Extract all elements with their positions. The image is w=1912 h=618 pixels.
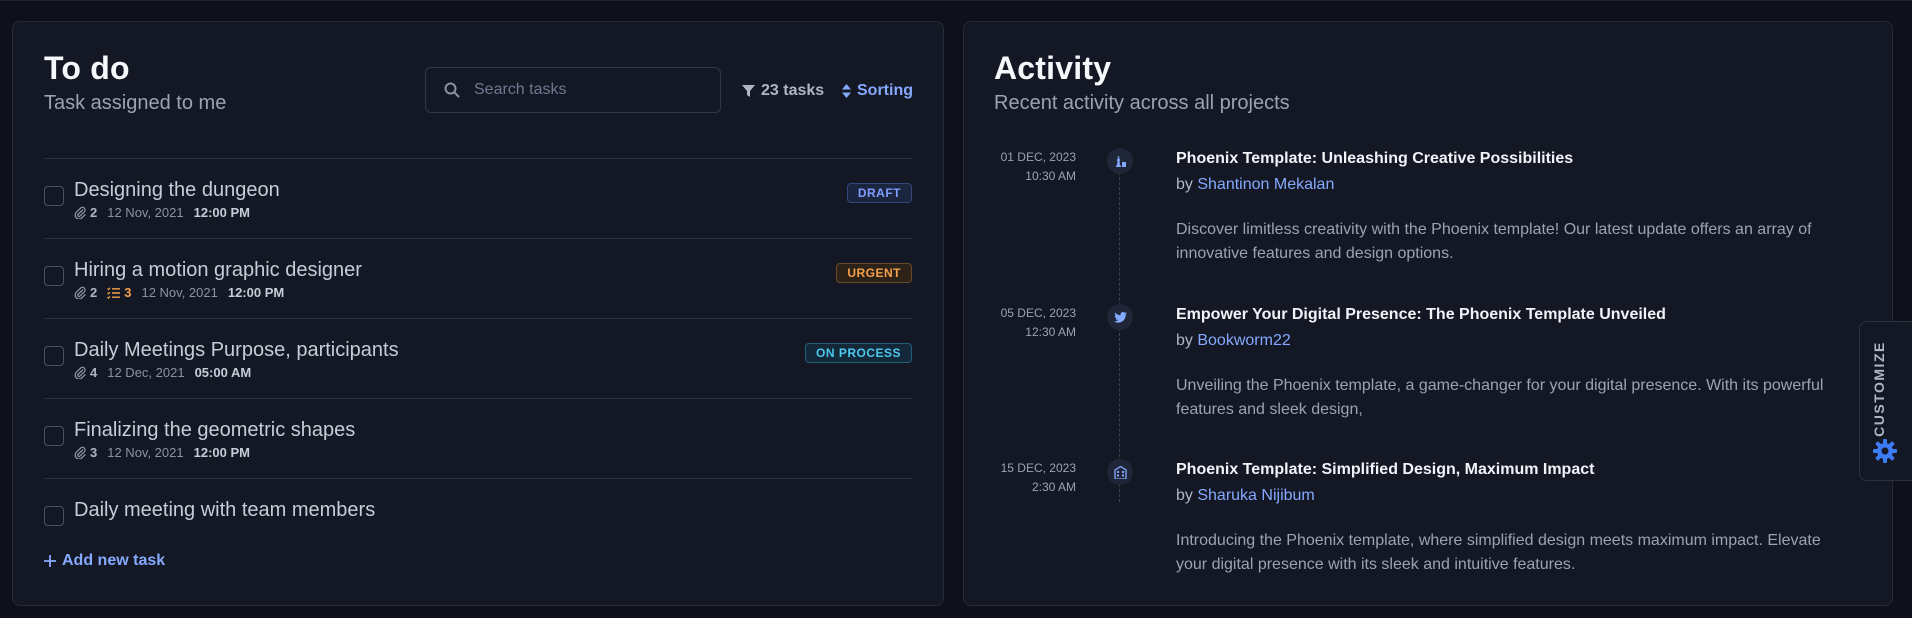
twitter-icon [1107, 304, 1133, 330]
subtask-count: 3 [107, 285, 131, 300]
task-date: 12 Nov, 2021 [107, 205, 184, 220]
search-box[interactable] [425, 67, 721, 113]
customize-button[interactable]: CUSTOMIZE [1859, 321, 1912, 481]
plus-icon [44, 555, 56, 567]
todo-subtitle: Task assigned to me [44, 92, 227, 114]
paperclip-icon [74, 206, 86, 219]
add-task-label: Add new task [62, 552, 166, 569]
task-checkbox[interactable] [44, 346, 64, 366]
task-time: 12:00 PM [227, 285, 285, 300]
todo-card: To do Task assigned to me 23 tasks Sorti… [12, 21, 944, 606]
task-title[interactable]: Designing the dungeon [74, 179, 280, 202]
activity-date: 15 DEC, 2023 2:30 AM [1000, 461, 1076, 494]
attachment-count: 3 [74, 445, 97, 460]
activity-title: Activity [994, 50, 1112, 86]
paperclip-icon [74, 366, 86, 379]
activity-title[interactable]: Empower Your Digital Presence: The Phoen… [1176, 306, 1666, 324]
task-list: Designing the dungeon 2 12 Nov, 2021 12:… [44, 158, 912, 540]
search-input[interactable] [474, 81, 704, 99]
task-row: Hiring a motion graphic designer 2 3 12 … [44, 238, 912, 318]
attachment-count: 2 [74, 285, 97, 300]
task-checkbox[interactable] [44, 186, 64, 206]
author-link[interactable]: Bookworm22 [1197, 332, 1290, 349]
task-title[interactable]: Daily Meetings Purpose, participants [74, 339, 399, 362]
task-meta: 3 12 Nov, 2021 12:00 PM [74, 445, 260, 460]
timeline-line [1119, 162, 1120, 502]
attachment-count: 4 [74, 365, 97, 380]
task-row: Designing the dungeon 2 12 Nov, 2021 12:… [44, 158, 912, 238]
activity-description: Discover limitless creativity with the P… [1176, 221, 1812, 262]
task-time: 12:00 PM [193, 445, 250, 460]
activity-subtitle: Recent activity across all projects [994, 92, 1290, 114]
activity-description: Unveiling the Phoenix template, a game-c… [1176, 377, 1824, 418]
task-meta: 4 12 Dec, 2021 05:00 AM [74, 365, 261, 380]
add-task-button[interactable]: Add new task [44, 552, 165, 570]
task-checkbox[interactable] [44, 506, 64, 526]
activity-title[interactable]: Phoenix Template: Unleashing Creative Po… [1176, 150, 1573, 168]
author-link[interactable]: Shantinon Mekalan [1197, 176, 1334, 193]
task-title[interactable]: Daily meeting with team members [74, 499, 375, 522]
gear-icon [1873, 439, 1897, 463]
status-badge: DRAFT [846, 183, 912, 203]
task-date: 12 Dec, 2021 [107, 365, 185, 380]
activity-byline: by Shantinon Mekalan [1176, 176, 1335, 193]
status-badge: URGENT [836, 263, 912, 283]
author-link[interactable]: Sharuka Nijibum [1197, 487, 1314, 504]
task-time: 12:00 PM [193, 205, 250, 220]
activity-title[interactable]: Phoenix Template: Simplified Design, Max… [1176, 461, 1594, 479]
chess-icon [1107, 148, 1133, 174]
task-row: Daily Meetings Purpose, participants 4 1… [44, 318, 912, 398]
task-date: 12 Nov, 2021 [107, 445, 184, 460]
activity-card: Activity Recent activity across all proj… [963, 21, 1893, 606]
building-icon [1107, 459, 1133, 485]
attachment-count: 2 [74, 205, 97, 220]
activity-date: 01 DEC, 2023 10:30 AM [1000, 150, 1076, 183]
activity-byline: by Sharuka Nijibum [1176, 487, 1315, 504]
activity-byline: by Bookworm22 [1176, 332, 1291, 349]
checklist-icon [107, 286, 121, 299]
sorting-button[interactable]: Sorting [842, 80, 913, 102]
task-date: 12 Nov, 2021 [141, 285, 218, 300]
customize-label-wrap: CUSTOMIZE [1869, 341, 1889, 437]
top-divider [0, 0, 1912, 1]
task-title[interactable]: Finalizing the geometric shapes [74, 419, 355, 442]
task-checkbox[interactable] [44, 426, 64, 446]
sort-icon [842, 84, 851, 98]
task-meta: 2 12 Nov, 2021 12:00 PM [74, 205, 260, 220]
sorting-label: Sorting [857, 82, 913, 99]
paperclip-icon [74, 286, 86, 299]
task-row: Daily meeting with team members [44, 478, 912, 540]
status-badge: ON PROCESS [804, 343, 912, 363]
filter-icon [742, 84, 755, 97]
task-row: Finalizing the geometric shapes 3 12 Nov… [44, 398, 912, 478]
activity-description: Introducing the Phoenix template, where … [1176, 532, 1821, 573]
search-icon [444, 82, 460, 98]
paperclip-icon [74, 446, 86, 459]
task-title[interactable]: Hiring a motion graphic designer [74, 259, 362, 282]
task-meta: 2 3 12 Nov, 2021 12:00 PM [74, 285, 294, 300]
customize-label: CUSTOMIZE [1871, 341, 1888, 437]
todo-title: To do [44, 50, 130, 86]
filter-button[interactable]: 23 tasks [742, 80, 824, 102]
task-time: 05:00 AM [194, 365, 252, 380]
task-checkbox[interactable] [44, 266, 64, 286]
filter-label: 23 tasks [761, 82, 825, 99]
activity-date: 05 DEC, 2023 12:30 AM [1000, 306, 1076, 339]
